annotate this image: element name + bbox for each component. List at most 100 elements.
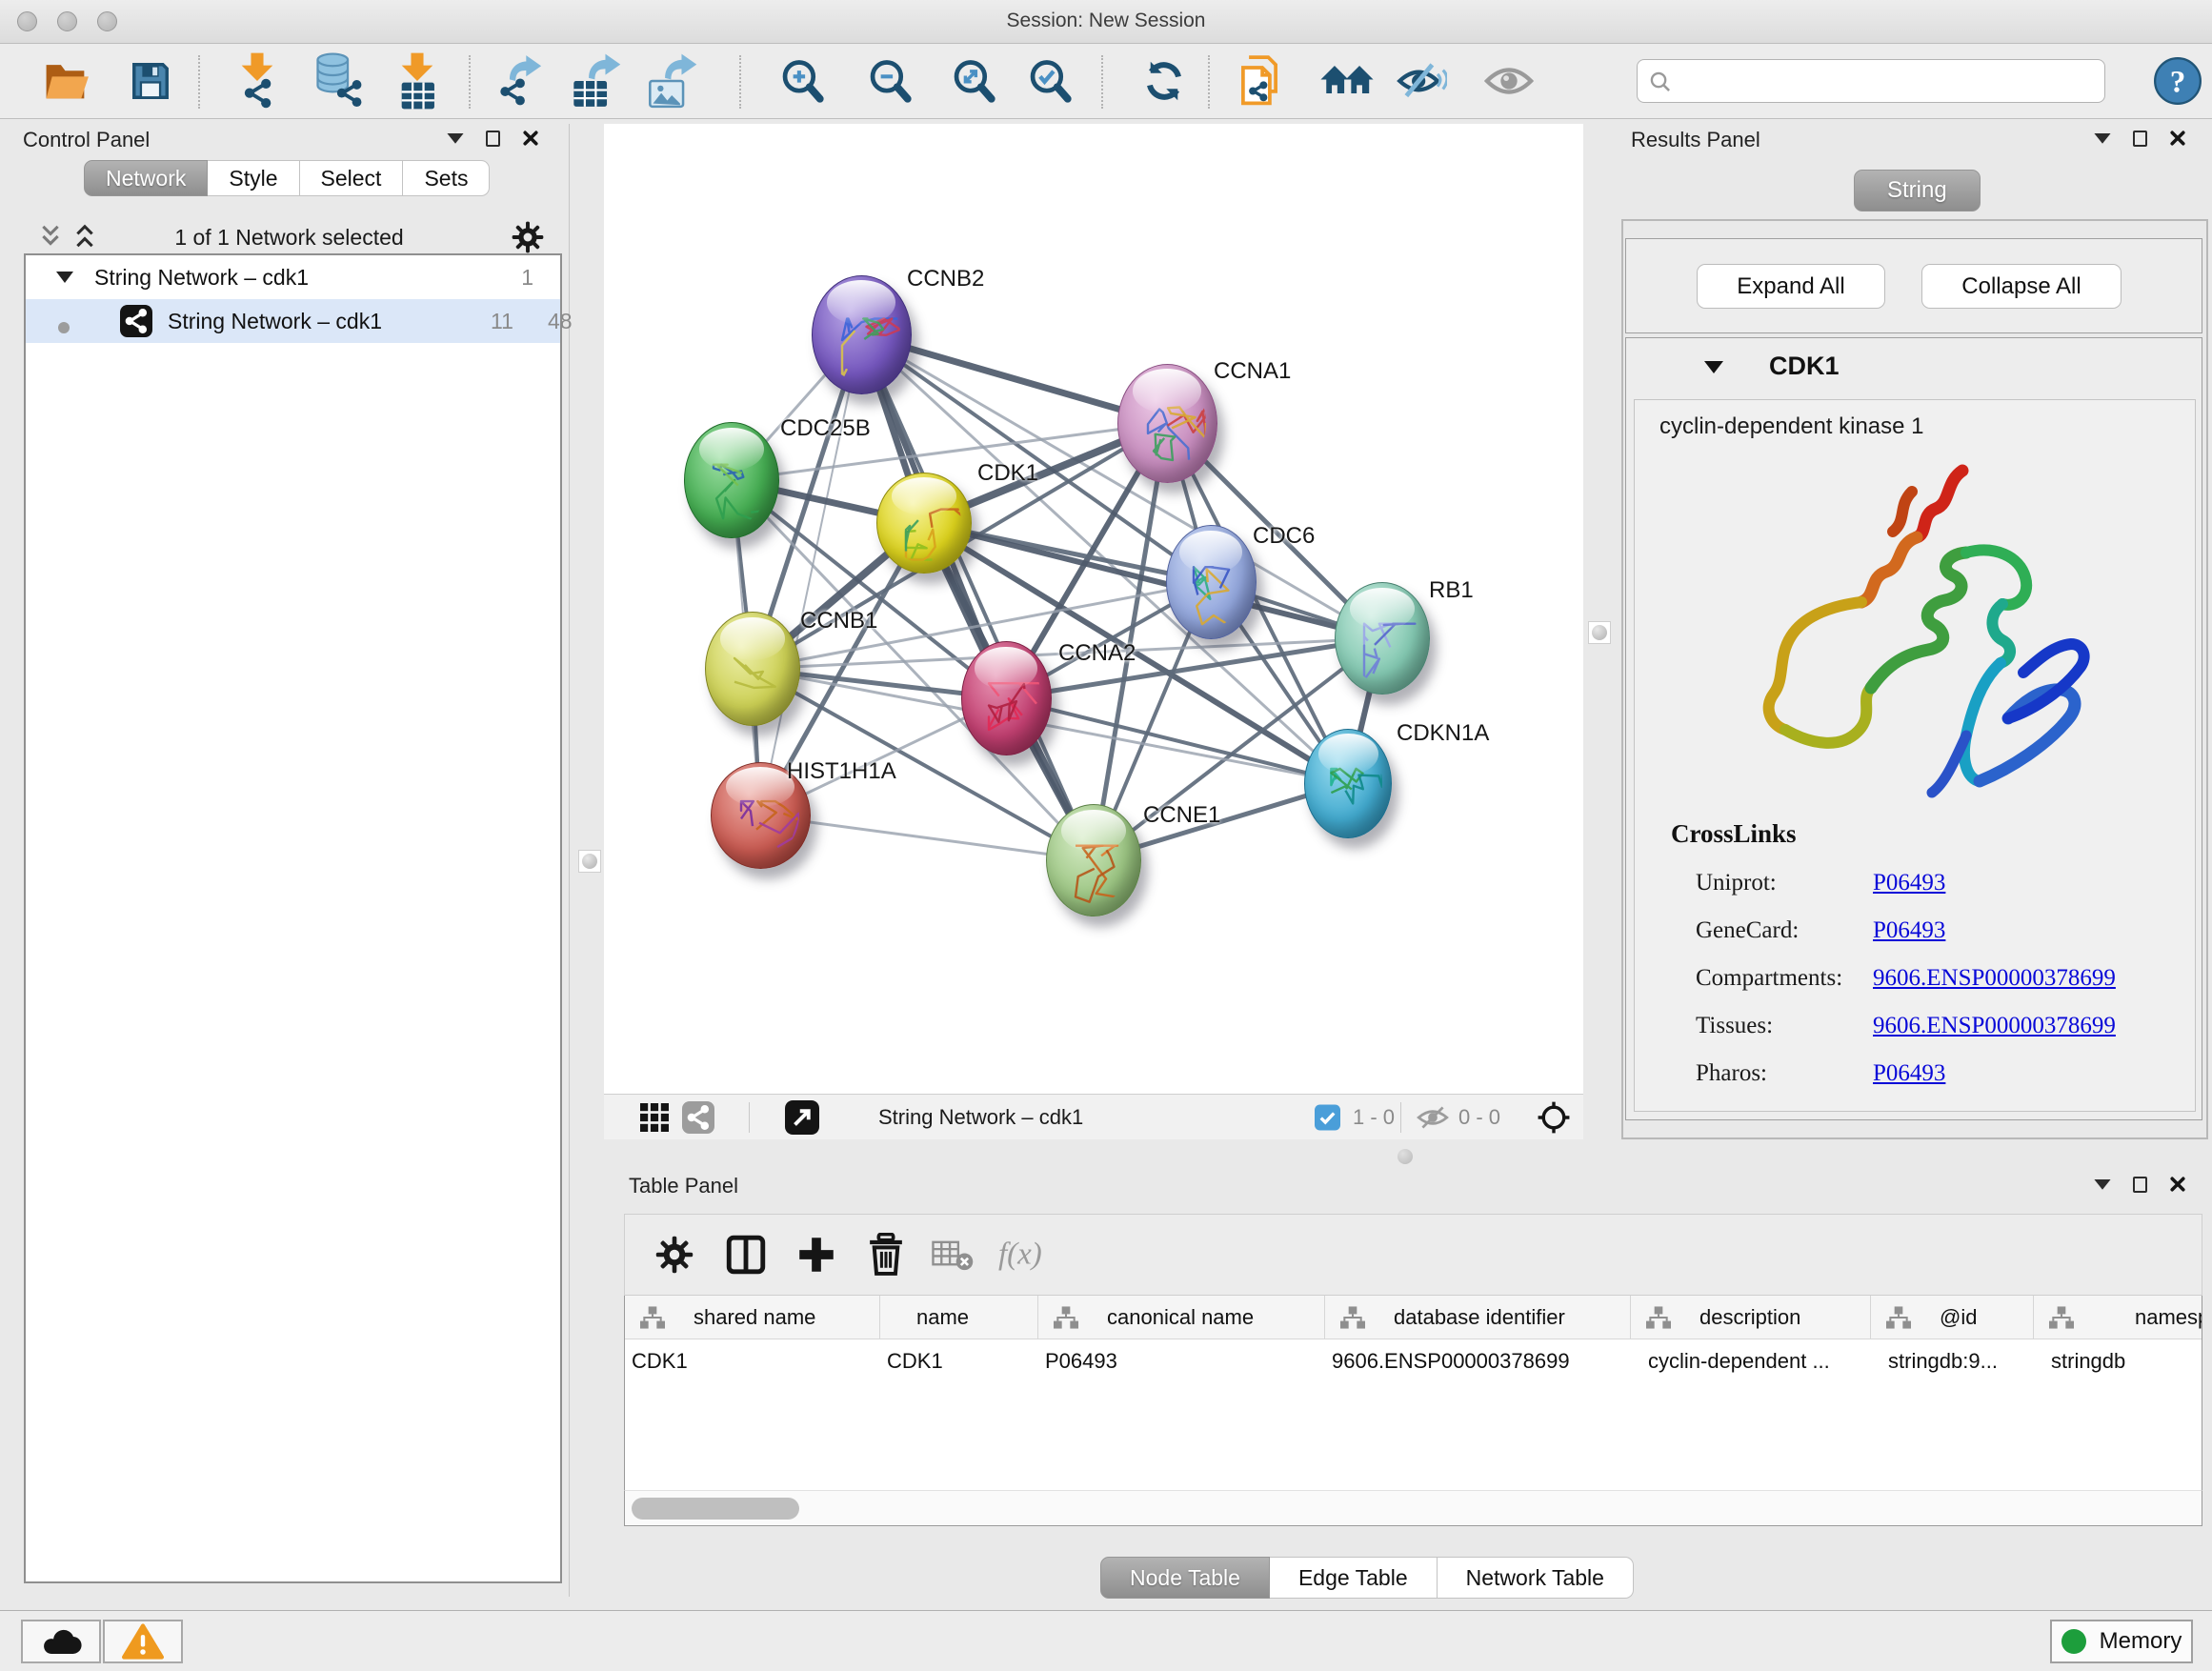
zoom-selected-button[interactable] <box>1023 52 1076 110</box>
create-column-plus-icon[interactable] <box>796 1235 836 1275</box>
network-node-rb1[interactable] <box>1335 582 1430 695</box>
cell: cyclin-dependent ... <box>1631 1339 1871 1383</box>
crosslink-compartments-link[interactable]: 9606.ENSP00000378699 <box>1873 965 2116 992</box>
network-node-ccnb2[interactable] <box>812 275 912 394</box>
cell: P06493 <box>1038 1339 1325 1383</box>
column-header-sharedname[interactable]: shared name <box>625 1296 880 1339</box>
column-tree-icon <box>1886 1306 1911 1329</box>
export-image-button[interactable] <box>646 52 699 110</box>
network-node-ccna2[interactable] <box>961 641 1052 755</box>
network-node-cdkn1a[interactable] <box>1304 729 1392 838</box>
tree-expand-caret-icon[interactable] <box>56 272 73 283</box>
export-network-button[interactable] <box>493 52 547 110</box>
network-node-ccnb1[interactable] <box>705 612 800 726</box>
table-horizontal-scrollbar[interactable] <box>624 1490 2202 1526</box>
tab-network[interactable]: Network <box>84 160 208 196</box>
column-header-description[interactable]: description <box>1631 1296 1871 1339</box>
right-splitter-handle[interactable] <box>1588 621 1611 644</box>
results-panel-menu-button[interactable] <box>2093 130 2112 147</box>
fit-selection-crosshair-icon[interactable] <box>1538 1101 1570 1134</box>
entry-collapse-caret-icon[interactable] <box>1704 361 1723 373</box>
crosslink-label: Pharos: <box>1696 1060 1873 1087</box>
column-header-databaseidentifier[interactable]: database identifier <box>1325 1296 1631 1339</box>
crosslink-genecard-link[interactable]: P06493 <box>1873 917 1945 944</box>
help-button[interactable]: ? <box>2151 52 2204 110</box>
column-header-namespace[interactable]: namespace <box>2034 1296 2202 1339</box>
zoom-fit-button[interactable] <box>947 52 1000 110</box>
network-view-canvas[interactable]: CCNB2 CCNA1 CDC25B CDK1 CDC6 RB1 CCNB1 C… <box>604 124 1583 1094</box>
tab-sets[interactable]: Sets <box>403 160 490 196</box>
copy-network-style-button[interactable] <box>1233 52 1286 110</box>
crosslink-pharos-link[interactable]: P06493 <box>1873 1060 1945 1087</box>
open-in-window-icon[interactable] <box>785 1100 819 1135</box>
warnings-button[interactable] <box>103 1620 183 1663</box>
expand-all-button[interactable]: Expand All <box>1697 264 1885 309</box>
table-body: CDK1CDK1P064939606.ENSP00000378699cyclin… <box>625 1339 2202 1383</box>
results-actions-box: Expand All Collapse All <box>1625 238 2202 333</box>
network-node-cdc25b[interactable] <box>684 422 779 538</box>
show-all-networks-button[interactable] <box>1318 52 1376 110</box>
save-session-button[interactable] <box>124 52 177 110</box>
column-header-id[interactable]: @id <box>1871 1296 2034 1339</box>
memory-button[interactable]: Memory <box>2050 1620 2193 1663</box>
table-panel-close-button[interactable] <box>2168 1176 2187 1193</box>
tab-string[interactable]: String <box>1854 170 1981 211</box>
horizontal-splitter-handle[interactable] <box>1398 1149 1413 1164</box>
apply-layout-button[interactable] <box>1137 52 1191 110</box>
open-session-button[interactable] <box>40 52 93 110</box>
import-network-from-database-button[interactable] <box>311 52 364 110</box>
cell: CDK1 <box>880 1339 1038 1383</box>
results-panel-close-button[interactable] <box>2168 130 2187 147</box>
network-node-ccne1[interactable] <box>1046 804 1141 916</box>
network-options-gear-icon[interactable] <box>512 221 544 253</box>
crosslink-row: GeneCard: P06493 <box>1696 907 2191 955</box>
node-gloss <box>1179 531 1241 574</box>
crosslink-row: Uniprot: P06493 <box>1696 859 2191 907</box>
tab-node-table[interactable]: Node Table <box>1100 1557 1270 1599</box>
control-panel-float-button[interactable] <box>486 131 500 147</box>
collection-label: String Network – cdk1 <box>94 265 309 291</box>
scrollbar-thumb[interactable] <box>632 1498 799 1520</box>
network-node-cdk1[interactable] <box>876 473 972 574</box>
export-table-button[interactable] <box>570 52 623 110</box>
network-row-selected[interactable]: String Network – cdk1 11 48 <box>26 299 560 343</box>
network-node-ccna1[interactable] <box>1117 364 1217 483</box>
hide-selected-button[interactable] <box>1395 52 1448 110</box>
zoom-out-button[interactable] <box>863 52 916 110</box>
network-tree: String Network – cdk1 1 String Network –… <box>24 253 562 1583</box>
zoom-in-button[interactable] <box>775 52 829 110</box>
network-collection-row[interactable]: String Network – cdk1 1 <box>26 255 560 299</box>
tab-network-table[interactable]: Network Table <box>1438 1557 1634 1599</box>
crosslink-uniprot-link[interactable]: P06493 <box>1873 870 1945 896</box>
birdseye-grid-icon[interactable] <box>640 1103 669 1132</box>
table-panel-float-button[interactable] <box>2133 1177 2147 1193</box>
tab-select[interactable]: Select <box>300 160 404 196</box>
collapse-all-button[interactable]: Collapse All <box>1921 264 2122 309</box>
cloud-status-button[interactable] <box>21 1620 101 1663</box>
table-row[interactable]: CDK1CDK1P064939606.ENSP00000378699cyclin… <box>625 1339 2202 1383</box>
delete-column-trash-icon[interactable] <box>867 1233 905 1277</box>
network-node-cdc6[interactable] <box>1166 525 1257 639</box>
import-table-button[interactable] <box>391 52 444 110</box>
show-columns-icon[interactable] <box>726 1235 766 1275</box>
crosslink-tissues-link[interactable]: 9606.ENSP00000378699 <box>1873 1013 2116 1039</box>
tab-edge-table[interactable]: Edge Table <box>1270 1557 1438 1599</box>
control-panel-menu-button[interactable] <box>446 130 465 147</box>
column-header-name[interactable]: name <box>880 1296 1038 1339</box>
crosslinks-title: CrossLinks <box>1671 819 1797 849</box>
show-hidden-button[interactable] <box>1482 52 1536 110</box>
tab-style[interactable]: Style <box>208 160 299 196</box>
protein-structure-image <box>1717 453 2107 815</box>
search-input[interactable] <box>1637 59 2105 103</box>
entry-header[interactable]: CDK1 <box>1626 338 2202 397</box>
results-panel-float-button[interactable] <box>2133 131 2147 147</box>
crosslink-row: Tissues: 9606.ENSP00000378699 <box>1696 1002 2191 1050</box>
table-options-gear-icon[interactable] <box>655 1236 694 1274</box>
left-splitter-handle[interactable] <box>578 850 601 873</box>
selected-checkbox-icon[interactable] <box>1315 1104 1340 1130</box>
column-header-canonicalname[interactable]: canonical name <box>1038 1296 1325 1339</box>
export-table-icon <box>571 52 622 110</box>
import-network-button[interactable] <box>231 52 284 110</box>
control-panel-close-button[interactable] <box>521 130 540 147</box>
table-panel-menu-button[interactable] <box>2093 1176 2112 1193</box>
